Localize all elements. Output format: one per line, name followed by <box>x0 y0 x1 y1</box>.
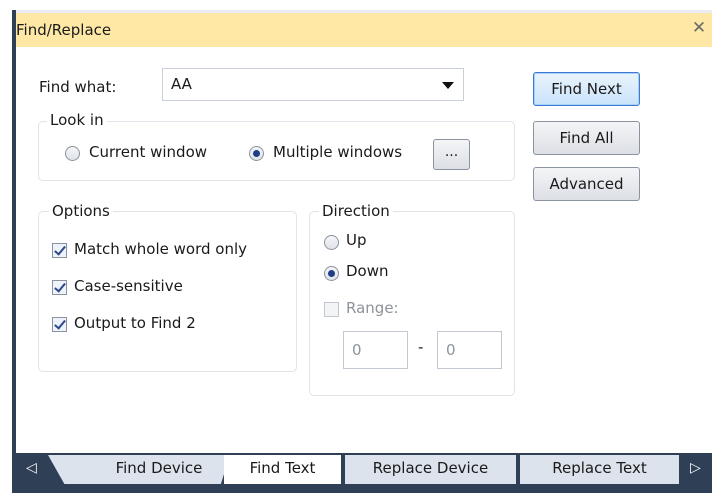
direction-up-label[interactable]: Up <box>346 231 367 249</box>
find-what-label: Find what: <box>39 78 117 96</box>
range-to-field[interactable]: 0 <box>437 331 502 369</box>
scroll-right-icon[interactable]: ▷ <box>690 460 701 476</box>
range-separator: - <box>418 338 424 356</box>
options-title: Options <box>49 202 113 220</box>
window-frame-bottom <box>12 486 712 493</box>
window-title: Find/Replace <box>16 21 112 39</box>
current-window-label[interactable]: Current window <box>89 143 207 161</box>
browse-windows-button[interactable]: ... <box>433 139 470 170</box>
title-bar: Find/Replace ✕ <box>16 13 712 48</box>
chevron-down-icon[interactable] <box>442 82 454 89</box>
tab-replace-text[interactable]: Replace Text <box>520 455 679 484</box>
tab-replace-device[interactable]: Replace Device <box>345 455 516 484</box>
multiple-windows-label[interactable]: Multiple windows <box>273 143 402 161</box>
multiple-windows-radio[interactable] <box>249 146 264 161</box>
range-to-value: 0 <box>446 341 456 359</box>
find-what-value[interactable]: AA <box>171 75 192 93</box>
close-icon[interactable]: ✕ <box>690 18 708 38</box>
direction-down-radio[interactable] <box>324 266 339 281</box>
range-label: Range: <box>346 299 399 317</box>
tab-find-device[interactable]: Find Device <box>48 455 230 484</box>
advanced-button[interactable]: Advanced <box>533 167 640 201</box>
scroll-left-icon[interactable]: ◁ <box>26 460 37 476</box>
find-next-button[interactable]: Find Next <box>533 72 640 106</box>
match-whole-word-label[interactable]: Match whole word only <box>74 240 247 258</box>
case-sensitive-label[interactable]: Case-sensitive <box>74 277 183 295</box>
output-to-find2-label[interactable]: Output to Find 2 <box>74 314 196 332</box>
range-from-field[interactable]: 0 <box>343 331 408 369</box>
direction-down-label[interactable]: Down <box>346 262 389 280</box>
direction-up-radio[interactable] <box>324 235 339 250</box>
case-sensitive-checkbox[interactable] <box>52 280 67 295</box>
tab-find-text[interactable]: Find Text <box>224 455 341 484</box>
range-checkbox[interactable] <box>324 302 339 317</box>
look-in-title: Look in <box>47 111 107 129</box>
current-window-radio[interactable] <box>65 146 80 161</box>
direction-title: Direction <box>319 202 393 220</box>
match-whole-word-checkbox[interactable] <box>52 243 67 258</box>
find-all-button[interactable]: Find All <box>533 121 640 155</box>
output-to-find2-checkbox[interactable] <box>52 317 67 332</box>
range-from-value: 0 <box>352 341 362 359</box>
find-what-combobox[interactable]: AA <box>162 68 464 101</box>
